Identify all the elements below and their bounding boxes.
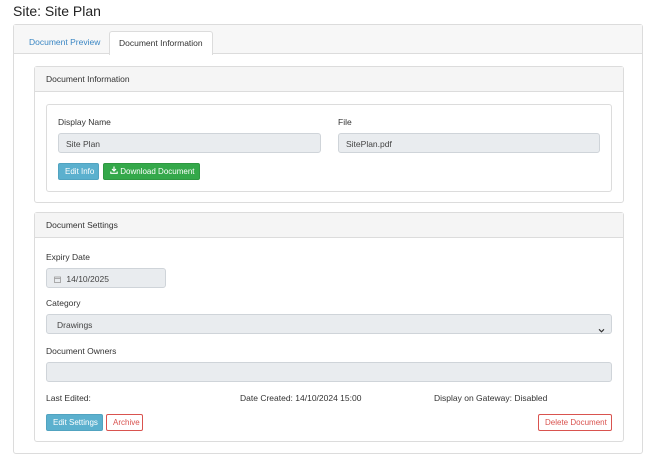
download-icon — [110, 164, 118, 179]
expiry-date-label: Expiry Date — [46, 252, 90, 262]
document-information-box: Display Name Site Plan File SitePlan.pdf… — [46, 104, 612, 192]
tab-document-information[interactable]: Document Information — [109, 31, 213, 55]
document-settings-panel: Document Settings Expiry Date 14/10/2025… — [34, 212, 624, 442]
expiry-date-field[interactable]: 14/10/2025 — [46, 268, 166, 288]
chevron-down-icon — [598, 321, 605, 341]
edit-info-button[interactable]: Edit Info — [58, 163, 99, 180]
category-value: Drawings — [57, 320, 93, 330]
display-on-gateway-text: Display on Gateway: Disabled — [434, 393, 548, 403]
download-document-button[interactable]: Download Document — [103, 163, 200, 180]
display-name-label: Display Name — [58, 117, 111, 127]
edit-settings-button[interactable]: Edit Settings — [46, 414, 103, 431]
tab-bar: Document Preview Document Information — [14, 25, 642, 55]
file-field[interactable]: SitePlan.pdf — [338, 133, 600, 153]
document-owners-label: Document Owners — [46, 346, 117, 356]
last-edited-text: Last Edited: — [46, 393, 91, 403]
page-title: Site: Site Plan — [13, 3, 101, 19]
display-name-field[interactable]: Site Plan — [58, 133, 321, 153]
delete-document-button[interactable]: Delete Document — [538, 414, 612, 431]
date-created-text: Date Created: 14/10/2024 15:00 — [240, 393, 362, 403]
document-information-heading: Document Information — [35, 67, 623, 92]
tab-document-preview[interactable]: Document Preview — [20, 31, 109, 54]
calendar-icon — [54, 270, 61, 290]
file-label: File — [338, 117, 352, 127]
document-settings-heading: Document Settings — [35, 213, 623, 238]
category-select[interactable]: Drawings — [46, 314, 612, 334]
category-label: Category — [46, 298, 81, 308]
document-card: Document Preview Document Information Do… — [13, 24, 643, 454]
document-owners-field[interactable] — [46, 362, 612, 382]
archive-button[interactable]: Archive — [106, 414, 143, 431]
download-document-label: Download Document — [120, 167, 195, 176]
document-information-panel: Document Information Display Name Site P… — [34, 66, 624, 203]
expiry-date-value: 14/10/2025 — [66, 274, 109, 284]
